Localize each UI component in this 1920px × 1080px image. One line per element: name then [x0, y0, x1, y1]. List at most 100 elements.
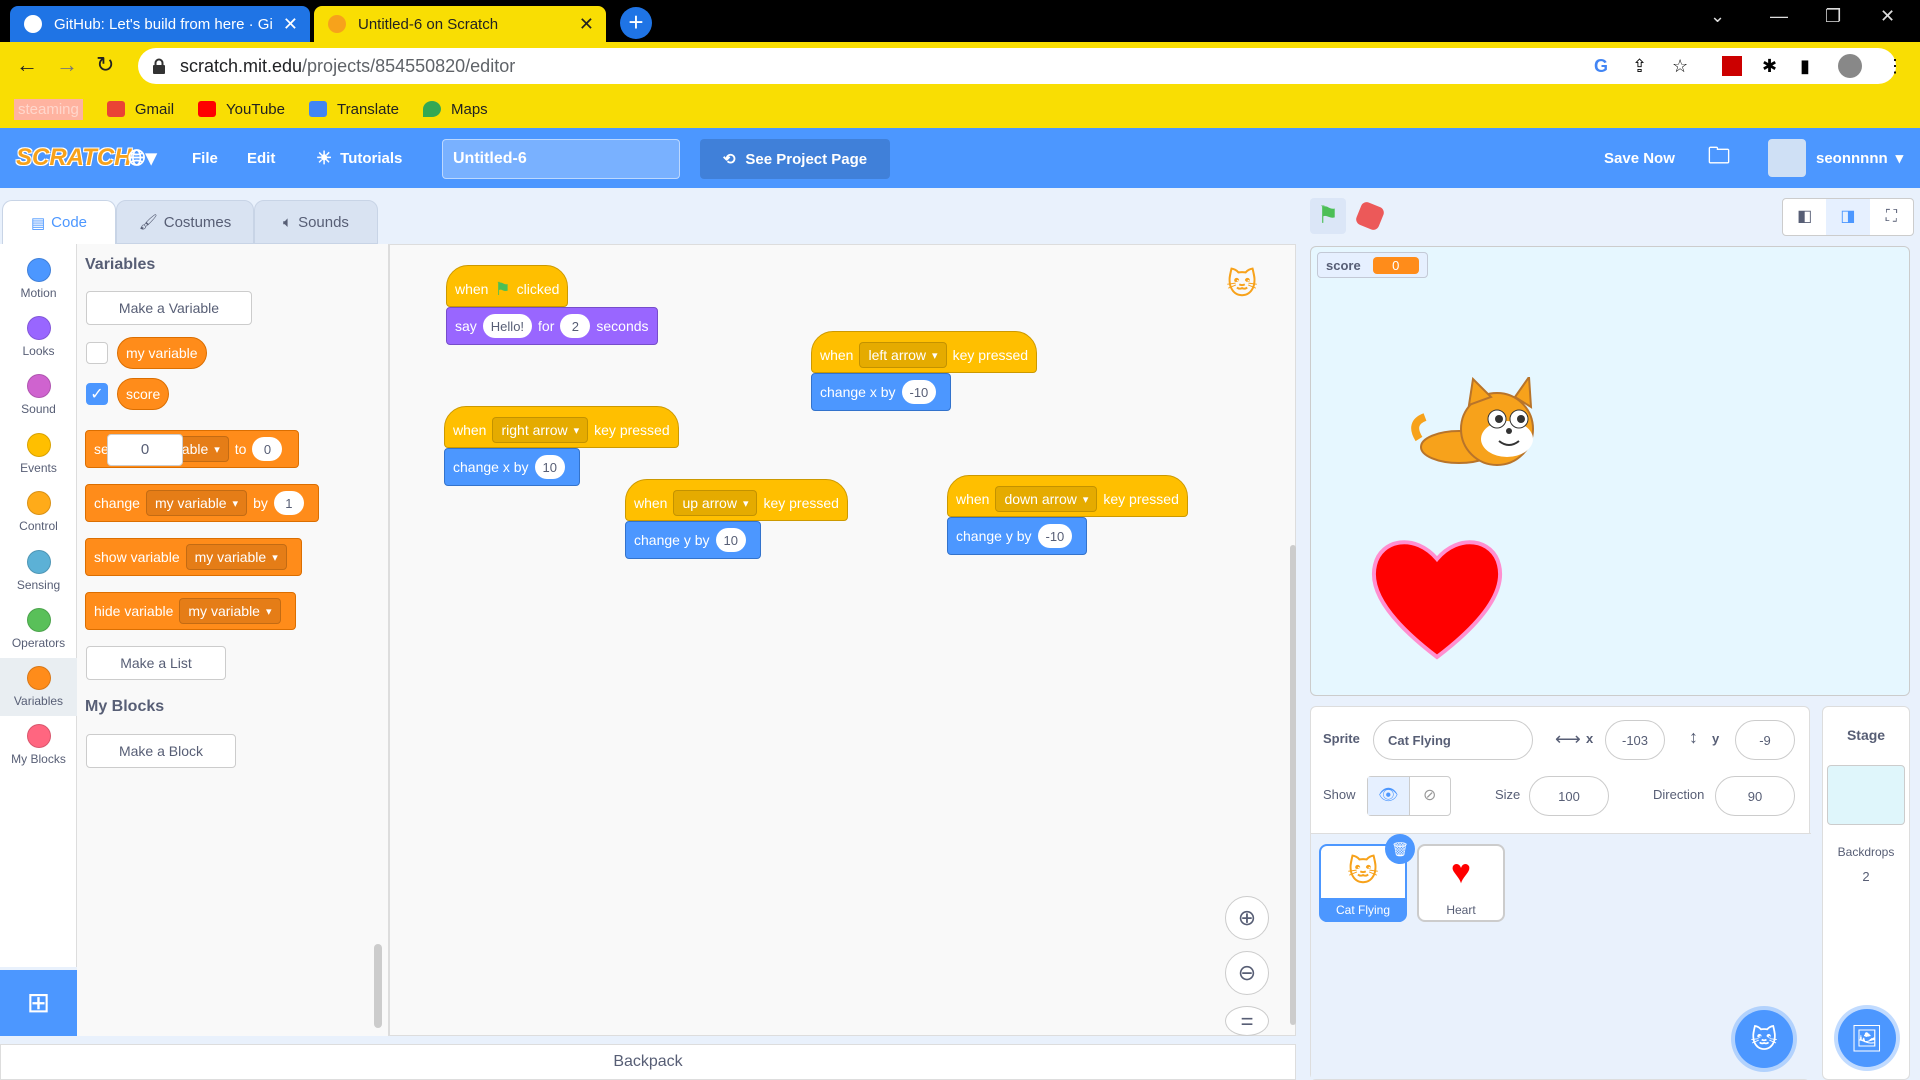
- y-position-input[interactable]: -9: [1735, 720, 1795, 760]
- reload-icon[interactable]: ↻: [96, 52, 114, 78]
- category-variables[interactable]: Variables: [0, 658, 77, 716]
- when-up-arrow-pressed-block[interactable]: whenup arrowkey pressed: [625, 479, 848, 521]
- save-now-button[interactable]: Save Now: [1604, 128, 1675, 188]
- category-operators[interactable]: Operators: [0, 600, 77, 658]
- maximize-icon[interactable]: ❐: [1825, 6, 1841, 27]
- cat-flying-sprite[interactable]: [1411, 377, 1551, 477]
- add-extension-button[interactable]: ⊞: [0, 970, 77, 1036]
- score-monitor[interactable]: score 0: [1317, 252, 1428, 278]
- scratch-logo[interactable]: SCRATCH: [16, 128, 132, 188]
- set-value-input[interactable]: 0: [252, 437, 283, 461]
- category-events[interactable]: Events: [0, 425, 77, 483]
- close-tab-icon[interactable]: ✕: [283, 14, 298, 35]
- google-icon[interactable]: G: [1594, 56, 1608, 77]
- my-variable-checkbox[interactable]: [86, 342, 108, 364]
- tab-costumes[interactable]: 🖌︎ Costumes: [116, 200, 254, 244]
- choose-backdrop-button[interactable]: 🖼︎: [1838, 1009, 1896, 1067]
- variable-dropdown[interactable]: my variable: [145, 490, 248, 516]
- say-for-seconds-block[interactable]: say Hello! for 2 seconds: [446, 307, 658, 345]
- backpack-bar[interactable]: Backpack: [0, 1044, 1296, 1080]
- key-dropdown[interactable]: down arrow: [995, 486, 1098, 512]
- bookmark-star-icon[interactable]: ☆: [1672, 56, 1688, 77]
- extension-icon[interactable]: [1722, 56, 1742, 76]
- sprite-name-input[interactable]: Cat Flying: [1373, 720, 1533, 760]
- category-sensing[interactable]: Sensing: [0, 542, 77, 600]
- back-icon[interactable]: ←: [16, 52, 38, 78]
- small-stage-icon[interactable]: ◧: [1783, 199, 1826, 235]
- zoom-in-icon[interactable]: ⊕: [1225, 896, 1269, 940]
- score-checkbox[interactable]: ✓: [86, 383, 108, 405]
- script-area[interactable]: 🐱︎ when ⚑ clicked say Hello! for 2 seconds whe…: [389, 244, 1296, 1036]
- tab-code[interactable]: ▤ Code: [2, 200, 116, 244]
- key-dropdown[interactable]: left arrow: [859, 342, 947, 368]
- stage-thumbnail[interactable]: [1827, 765, 1905, 825]
- edit-menu[interactable]: Edit: [247, 128, 275, 188]
- category-motion[interactable]: Motion: [0, 250, 77, 308]
- size-input[interactable]: 100: [1529, 776, 1609, 816]
- file-menu[interactable]: File: [192, 128, 218, 188]
- say-text-input[interactable]: Hello!: [482, 314, 533, 338]
- eye-visible-icon[interactable]: 👁︎: [1368, 777, 1409, 815]
- say-seconds-input[interactable]: 2: [560, 314, 591, 338]
- my-stuff-folder-icon[interactable]: 🗀: [1708, 128, 1730, 188]
- bookmark-steaming[interactable]: steaming: [14, 98, 83, 120]
- change-x-input[interactable]: -10: [901, 380, 937, 404]
- x-position-input[interactable]: -103: [1605, 720, 1665, 760]
- category-looks[interactable]: Looks: [0, 308, 77, 366]
- green-flag-button[interactable]: ⚑: [1310, 198, 1346, 234]
- change-y-input[interactable]: 10: [715, 528, 746, 552]
- bookmark-translate[interactable]: Translate: [309, 101, 399, 118]
- change-x-block[interactable]: change x by -10: [811, 373, 952, 411]
- close-tab-icon[interactable]: ✕: [579, 14, 594, 35]
- choose-sprite-button[interactable]: 🐱︎: [1735, 1010, 1793, 1068]
- variable-dropdown[interactable]: my variable: [185, 544, 287, 570]
- tab-search-icon[interactable]: ⌄: [1710, 6, 1725, 27]
- puzzle-icon[interactable]: ✱: [1762, 56, 1777, 77]
- menu-dots-icon[interactable]: ⋮: [1886, 56, 1904, 77]
- make-variable-button[interactable]: Make a Variable: [86, 291, 252, 325]
- zoom-reset-icon[interactable]: =: [1225, 1006, 1269, 1036]
- change-variable-block[interactable]: changemy variableby1: [85, 484, 319, 522]
- change-value-input[interactable]: 1: [273, 491, 304, 515]
- sprite-thumb-heart[interactable]: ♥ Heart: [1417, 844, 1505, 922]
- tab-sounds[interactable]: 🔈︎ Sounds: [254, 200, 378, 244]
- change-y-input[interactable]: -10: [1037, 524, 1073, 548]
- when-right-arrow-pressed-block[interactable]: whenright arrowkey pressed: [444, 406, 679, 448]
- variable-dropdown[interactable]: my variable: [179, 598, 281, 624]
- share-icon[interactable]: ⇪: [1632, 56, 1647, 77]
- tutorials-button[interactable]: ☀ Tutorials: [316, 128, 402, 188]
- category-control[interactable]: Control: [0, 483, 77, 541]
- key-dropdown[interactable]: up arrow: [673, 490, 758, 516]
- when-flag-clicked-block[interactable]: when ⚑ clicked: [446, 265, 569, 307]
- bookmark-gmail[interactable]: Gmail: [106, 101, 174, 118]
- account-menu[interactable]: seonnnnn ▾: [1768, 128, 1903, 188]
- project-title-input[interactable]: Untitled-6: [442, 139, 680, 179]
- side-panel-icon[interactable]: ▮: [1800, 56, 1810, 77]
- large-stage-icon[interactable]: ◨: [1826, 199, 1870, 235]
- forward-icon[interactable]: →: [56, 52, 78, 78]
- browser-tab-github[interactable]: GitHub: Let's build from here · Gi ✕: [10, 6, 310, 42]
- change-y-block[interactable]: change y by -10: [947, 517, 1088, 555]
- heart-sprite[interactable]: [1367, 499, 1507, 696]
- eye-hidden-icon[interactable]: ⊘: [1408, 777, 1451, 815]
- hide-variable-block[interactable]: hide variable my variable: [85, 592, 296, 630]
- language-globe-icon[interactable]: 🌐︎▾: [128, 128, 157, 188]
- score-reporter[interactable]: score: [117, 378, 170, 410]
- stage-canvas[interactable]: score 0: [1310, 246, 1910, 696]
- when-left-arrow-pressed-block[interactable]: whenleft arrowkey pressed: [811, 331, 1038, 373]
- see-project-page-button[interactable]: ⟲ See Project Page: [700, 139, 890, 179]
- direction-input[interactable]: 90: [1715, 776, 1795, 816]
- minimize-icon[interactable]: —: [1770, 6, 1788, 27]
- show-variable-block[interactable]: show variable my variable: [85, 538, 302, 576]
- change-x-block[interactable]: change x by 10: [444, 448, 580, 486]
- change-y-block[interactable]: change y by 10: [625, 521, 761, 559]
- stage-target-panel[interactable]: Stage Backdrops 2 🖼︎: [1822, 706, 1910, 1080]
- when-down-arrow-pressed-block[interactable]: whendown arrowkey pressed: [947, 475, 1188, 517]
- zoom-out-icon[interactable]: ⊖: [1225, 951, 1269, 995]
- fullscreen-icon[interactable]: ⛶: [1870, 199, 1913, 235]
- key-dropdown[interactable]: right arrow: [492, 417, 589, 443]
- profile-avatar[interactable]: [1838, 54, 1862, 78]
- new-tab-button[interactable]: +: [620, 7, 652, 39]
- sprite-thumb-cat-flying[interactable]: 🐱︎ Cat Flying 🗑︎: [1319, 834, 1415, 922]
- make-block-button[interactable]: Make a Block: [86, 734, 236, 768]
